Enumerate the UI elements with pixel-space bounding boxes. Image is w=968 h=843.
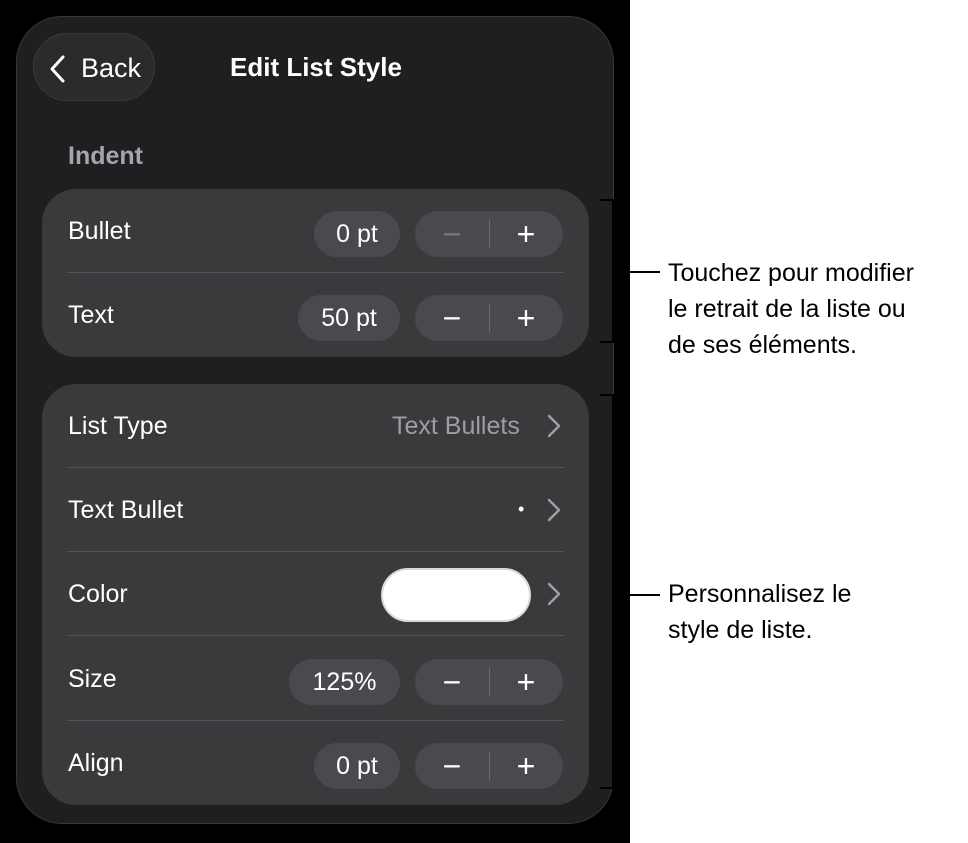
size-row: Size 125% − +: [42, 637, 589, 721]
size-decrease-button[interactable]: −: [415, 659, 489, 705]
callout-line: Touchez pour modifier: [668, 259, 914, 287]
bullet-indent-label: Bullet: [68, 217, 131, 245]
indent-section-label: Indent: [68, 142, 143, 170]
back-button[interactable]: Back: [33, 33, 155, 101]
bullet-indent-stepper: − +: [415, 211, 563, 257]
size-stepper: − +: [415, 659, 563, 705]
text-bullet-value: •: [518, 499, 525, 519]
chevron-left-icon: [50, 55, 65, 83]
text-indent-increase-button[interactable]: +: [489, 295, 563, 341]
indent-callout-bracket: [600, 199, 614, 343]
bullet-indent-increase-button[interactable]: +: [489, 211, 563, 257]
callout-line: de ses éléments.: [668, 331, 857, 359]
list-type-row[interactable]: List Type Text Bullets: [42, 384, 589, 468]
align-label: Align: [68, 749, 124, 777]
callout-line: Personnalisez le: [668, 580, 852, 608]
indent-callout-leader: [614, 271, 660, 273]
bullet-indent-decrease-button[interactable]: −: [415, 211, 489, 257]
size-value[interactable]: 125%: [289, 659, 400, 705]
align-increase-button[interactable]: +: [489, 743, 563, 789]
text-bullet-row[interactable]: Text Bullet •: [42, 468, 589, 552]
text-indent-label: Text: [68, 301, 114, 329]
align-stepper: − +: [415, 743, 563, 789]
text-indent-row: Text 50 pt − +: [42, 273, 589, 357]
align-row: Align 0 pt − +: [42, 721, 589, 805]
color-swatch[interactable]: [381, 568, 531, 622]
text-indent-decrease-button[interactable]: −: [415, 295, 489, 341]
size-increase-button[interactable]: +: [489, 659, 563, 705]
size-label: Size: [68, 665, 117, 693]
style-callout-text: Personnalisez le style de liste.: [668, 576, 851, 648]
indent-callout-text: Touchez pour modifier le retrait de la l…: [668, 255, 914, 363]
align-value[interactable]: 0 pt: [314, 743, 400, 789]
align-decrease-button[interactable]: −: [415, 743, 489, 789]
bullet-indent-value[interactable]: 0 pt: [314, 211, 400, 257]
bullet-indent-row: Bullet 0 pt − +: [42, 189, 589, 273]
chevron-right-icon: [547, 582, 561, 606]
callout-line: style de liste.: [668, 616, 813, 644]
list-type-value: Text Bullets: [392, 412, 520, 440]
chevron-right-icon: [547, 414, 561, 438]
indent-group: Bullet 0 pt − + Text 50 pt − +: [42, 189, 589, 357]
style-callout-bracket: [600, 394, 614, 789]
text-indent-value[interactable]: 50 pt: [298, 295, 400, 341]
page-title: Edit List Style: [230, 52, 402, 82]
row-divider: [67, 635, 564, 636]
text-indent-stepper: − +: [415, 295, 563, 341]
list-style-group: List Type Text Bullets Text Bullet • Col…: [42, 384, 589, 805]
text-bullet-label: Text Bullet: [68, 496, 184, 524]
style-callout-leader: [614, 594, 660, 596]
callout-line: le retrait de la liste ou: [668, 295, 906, 323]
color-label: Color: [68, 580, 128, 608]
device-screen: Back Edit List Style Indent Bullet 0 pt …: [0, 0, 630, 843]
chevron-right-icon: [547, 498, 561, 522]
back-button-label: Back: [81, 53, 142, 83]
list-type-label: List Type: [68, 412, 168, 440]
